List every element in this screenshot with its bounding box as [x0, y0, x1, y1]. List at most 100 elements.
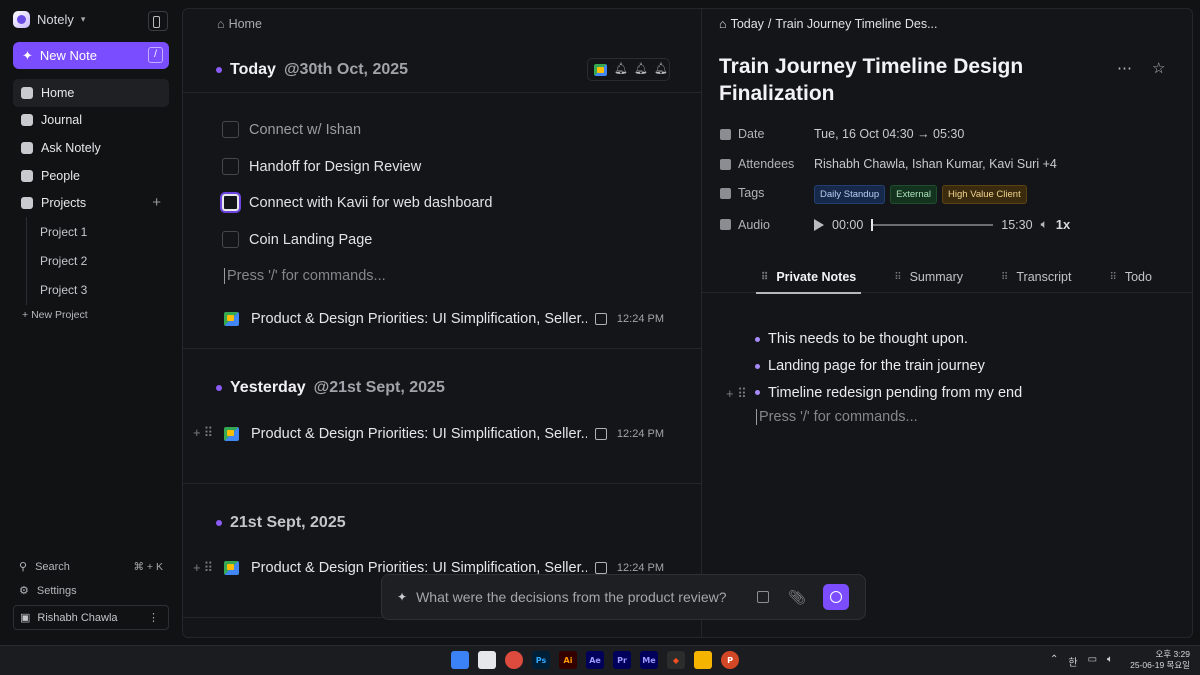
user-name: Rishabh Chawla — [37, 611, 118, 624]
tag-badge[interactable]: Daily Standup — [814, 185, 886, 204]
search-button[interactable]: ⚲ Search ⌘ + K — [19, 560, 163, 574]
drag-handle-icon[interactable]: +⠿ — [193, 560, 216, 576]
bell-icon[interactable]: 🔔︎ — [654, 63, 668, 76]
todo-item[interactable]: Connect w/ Ishan — [222, 121, 361, 138]
todo-item[interactable]: Handoff for Design Review — [222, 158, 421, 175]
note-bullet[interactable]: Landing page for the train journey — [755, 353, 1022, 380]
folder-icon[interactable] — [694, 651, 712, 669]
drag-handle-icon[interactable]: + ⠿ — [726, 386, 747, 402]
attendees-value[interactable]: Rishabh Chawla, Ishan Kumar, Kavi Suri +… — [814, 157, 1057, 171]
home-feed: ⌂ Home Today @30th Oct, 2025 🔔︎ 🔔︎ 🔔︎ Co… — [182, 8, 702, 638]
bell-icon[interactable]: 🔔︎ — [634, 63, 648, 76]
display-icon[interactable]: ▭ — [1088, 654, 1097, 669]
bullet-dot — [216, 520, 222, 526]
attachment-icon[interactable]: 📎︎ — [788, 589, 806, 606]
google-meet-icon[interactable] — [594, 63, 607, 76]
section-actions: 🔔︎ 🔔︎ 🔔︎ — [587, 58, 670, 81]
after-effects-icon[interactable]: Ae — [586, 651, 604, 669]
new-note-button[interactable]: ✦ New Note / — [13, 42, 169, 69]
user-menu[interactable]: ▣ Rishabh Chawla ⋮ — [13, 605, 169, 630]
sidebar-item-people[interactable]: People — [13, 162, 169, 190]
ime-indicator[interactable]: 한 — [1068, 654, 1077, 669]
breadcrumb-current: Train Journey Timeline Des... — [775, 17, 938, 31]
workspace-switcher[interactable]: Notely ▾ — [13, 11, 85, 28]
note-text: This needs to be thought upon. — [768, 331, 968, 348]
checkbox[interactable] — [222, 158, 239, 175]
playback-speed[interactable]: 1x — [1056, 217, 1070, 232]
divider — [183, 92, 701, 93]
checkbox[interactable] — [222, 194, 239, 211]
date-value[interactable]: Tue, 16 Oct 04:30 → 05:30 — [814, 127, 964, 141]
meeting-time: 12:24 PM — [616, 428, 664, 440]
new-project-button[interactable]: + New Project — [22, 309, 88, 321]
checkbox[interactable] — [222, 231, 239, 248]
checkbox[interactable] — [222, 121, 239, 138]
tab-transcript[interactable]: ⠿ Transcript — [996, 261, 1076, 293]
sidebar-item-project[interactable]: Project 1 — [27, 217, 146, 246]
tag-badge[interactable]: External — [890, 185, 938, 204]
section-date: @21st Sept, 2025 — [313, 379, 445, 396]
property-label: Date — [738, 127, 765, 141]
calendar-app-icon[interactable] — [478, 651, 496, 669]
external-link-icon[interactable] — [594, 562, 607, 574]
external-link-icon[interactable] — [594, 428, 607, 440]
external-link-icon[interactable] — [594, 313, 607, 325]
todo-item[interactable]: Connect with Kavii for web dashboard — [222, 194, 492, 211]
note-text: Timeline redesign pending from my end — [768, 384, 1023, 401]
note-title[interactable]: Train Journey Timeline Design Finalizati… — [719, 53, 1079, 107]
settings-label: Settings — [36, 584, 77, 597]
tag-badge[interactable]: High Value Client — [942, 185, 1027, 204]
tab-private-notes[interactable]: ⠿ Private Notes — [756, 261, 862, 294]
send-button[interactable] — [823, 584, 849, 610]
drag-handle-icon[interactable]: +⠿ — [193, 425, 216, 441]
add-project-icon[interactable]: + — [152, 194, 161, 211]
sidebar-item-journal[interactable]: Journal — [13, 107, 169, 135]
system-clock[interactable]: 오후 3:29 25-06-19 목요일 — [1124, 649, 1190, 671]
sidebar-item-home[interactable]: Home — [13, 79, 169, 107]
figma-icon[interactable]: ◆ — [667, 651, 685, 669]
template-icon[interactable] — [757, 591, 770, 603]
app-name: Notely — [37, 12, 74, 27]
property-tags: Tags Daily Standup External High Value Cli… — [720, 185, 1032, 204]
user-icon: ▣ — [20, 612, 31, 624]
bell-icon[interactable]: 🔔︎ — [614, 63, 628, 76]
tab-summary[interactable]: ⠿ Summary — [889, 261, 968, 293]
breadcrumb[interactable]: ⌂ Home — [217, 17, 262, 31]
illustrator-icon[interactable]: Ai — [559, 651, 577, 669]
todo-item[interactable]: Coin Landing Page — [222, 231, 372, 248]
sidebar-toggle-icon[interactable] — [148, 11, 168, 31]
powerpoint-icon[interactable]: P — [721, 651, 739, 669]
photoshop-icon[interactable]: Ps — [532, 651, 550, 669]
tab-label: Transcript — [1016, 270, 1072, 284]
meeting-row[interactable]: Product & Design Priorities: UI Simplifi… — [224, 311, 664, 327]
play-icon[interactable] — [814, 218, 824, 231]
media-encoder-icon[interactable]: Me — [640, 651, 658, 669]
property-label: Audio — [738, 217, 770, 232]
tab-todo[interactable]: ⠿ Todo — [1104, 261, 1156, 293]
chrome-icon[interactable] — [505, 651, 523, 669]
premiere-icon[interactable]: Pr — [613, 651, 631, 669]
sidebar-item-project[interactable]: Project 2 — [27, 246, 146, 275]
new-project-label: New Project — [31, 309, 88, 321]
command-input[interactable]: Press '/' for commands... — [756, 409, 918, 425]
sidebar-item-project[interactable]: Project 3 — [27, 276, 146, 305]
more-icon[interactable]: ⋮ — [148, 611, 159, 624]
star-icon[interactable]: ☆ — [1152, 59, 1165, 77]
windows-start-icon[interactable] — [451, 651, 469, 669]
chevron-up-icon[interactable]: ⌃ — [1050, 654, 1058, 669]
gear-icon: ⚙ — [19, 585, 29, 597]
volume-icon[interactable]: 🔈︎ — [1041, 217, 1048, 232]
breadcrumb-root[interactable]: Today — [731, 17, 764, 31]
command-input[interactable]: Press '/' for commands... — [224, 268, 386, 284]
meeting-row[interactable]: Product & Design Priorities: UI Simplifi… — [224, 426, 664, 442]
sidebar-item-projects[interactable]: Projects + — [13, 189, 169, 217]
more-options-icon[interactable]: ⋯ — [1117, 59, 1132, 77]
note-bullet[interactable]: This needs to be thought upon. — [755, 326, 1022, 353]
ask-input[interactable]: What were the decisions from the product… — [416, 589, 748, 605]
divider — [183, 483, 701, 484]
audio-seek-bar[interactable] — [871, 218, 994, 231]
sidebar-item-ask-notely[interactable]: Ask Notely — [13, 134, 169, 162]
note-bullet[interactable]: Timeline redesign pending from my end — [755, 379, 1022, 406]
volume-icon[interactable]: 🔈︎ — [1107, 654, 1113, 669]
settings-button[interactable]: ⚙ Settings — [19, 584, 163, 598]
